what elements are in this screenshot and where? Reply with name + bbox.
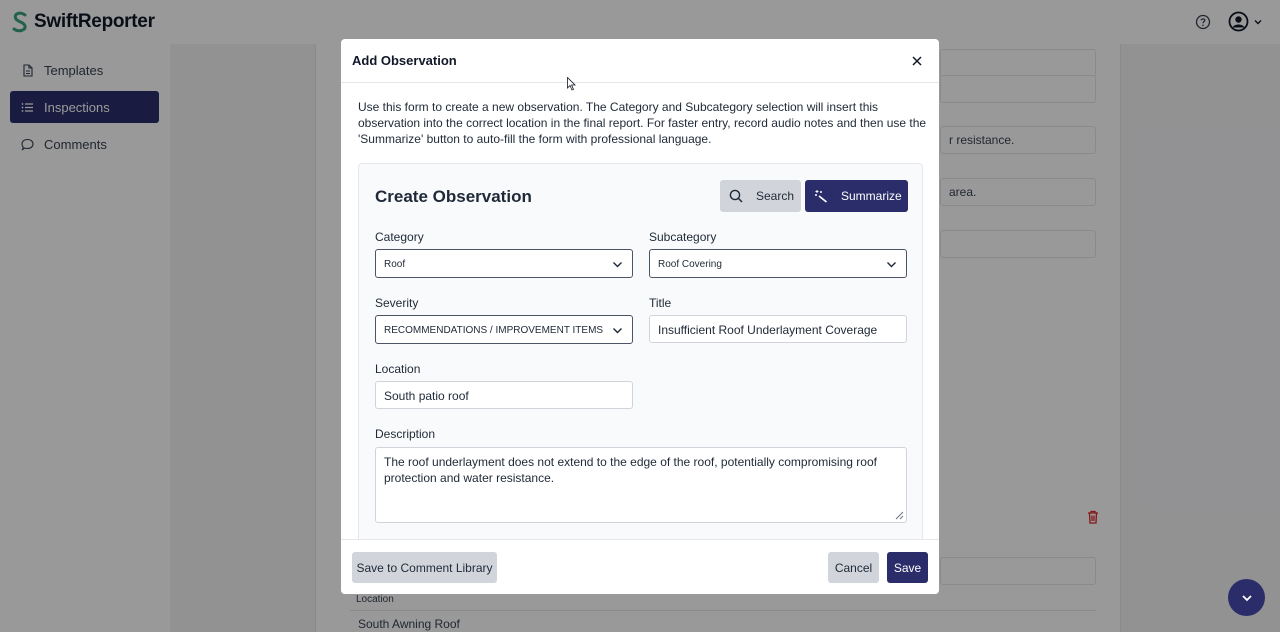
cancel-button[interactable]: Cancel: [828, 552, 879, 583]
save-to-library-button[interactable]: Save to Comment Library: [352, 552, 497, 583]
subcategory-select[interactable]: Roof Covering: [649, 249, 907, 278]
mouse-cursor-icon: [567, 77, 576, 91]
create-observation-form: Create Observation Search Summarize Cate…: [358, 163, 923, 543]
category-label: Category: [375, 230, 424, 244]
save-button[interactable]: Save: [887, 552, 928, 583]
add-observation-modal: Add Observation Use this form to create …: [341, 39, 939, 594]
modal-title: Add Observation: [352, 53, 457, 68]
resize-handle-icon[interactable]: [895, 511, 904, 520]
chevron-down-icon: [613, 262, 622, 268]
category-select[interactable]: Roof: [375, 249, 633, 278]
chevron-down-icon: [613, 328, 622, 334]
category-value: Roof: [384, 259, 406, 270]
severity-value: RECOMMENDATIONS / IMPROVEMENT ITEMS: [384, 325, 604, 336]
description-label: Description: [375, 427, 436, 441]
summarize-button-label: Summarize: [841, 189, 902, 203]
search-icon: [729, 189, 743, 203]
subcategory-value: Roof Covering: [658, 259, 722, 270]
location-value: South patio roof: [384, 389, 469, 403]
chevron-down-icon: [887, 262, 896, 268]
magic-wand-icon: [815, 190, 827, 203]
summarize-button[interactable]: Summarize: [805, 180, 908, 212]
chevron-down-icon: [1241, 594, 1252, 601]
severity-label: Severity: [375, 296, 419, 310]
search-button-label: Search: [756, 189, 795, 203]
scroll-down-button[interactable]: [1228, 579, 1265, 616]
severity-select[interactable]: RECOMMENDATIONS / IMPROVEMENT ITEMS: [375, 315, 633, 344]
location-label: Location: [375, 362, 421, 376]
form-heading: Create Observation: [375, 187, 532, 206]
location-input[interactable]: South patio roof: [375, 381, 633, 409]
close-icon[interactable]: [910, 54, 924, 68]
title-label: Title: [649, 296, 672, 310]
title-value: Insufficient Roof Underlayment Coverage: [658, 323, 878, 337]
modal-header: Add Observation: [341, 39, 939, 83]
search-button[interactable]: Search: [720, 180, 801, 212]
modal-footer: Save to Comment Library Cancel Save: [341, 539, 939, 594]
subcategory-label: Subcategory: [649, 230, 717, 244]
modal-description: Use this form to create a new observatio…: [358, 100, 927, 146]
title-input[interactable]: Insufficient Roof Underlayment Coverage: [649, 315, 907, 343]
description-textarea[interactable]: The roof underlayment does not extend to…: [375, 447, 907, 523]
description-value: The roof underlayment does not extend to…: [384, 455, 877, 485]
